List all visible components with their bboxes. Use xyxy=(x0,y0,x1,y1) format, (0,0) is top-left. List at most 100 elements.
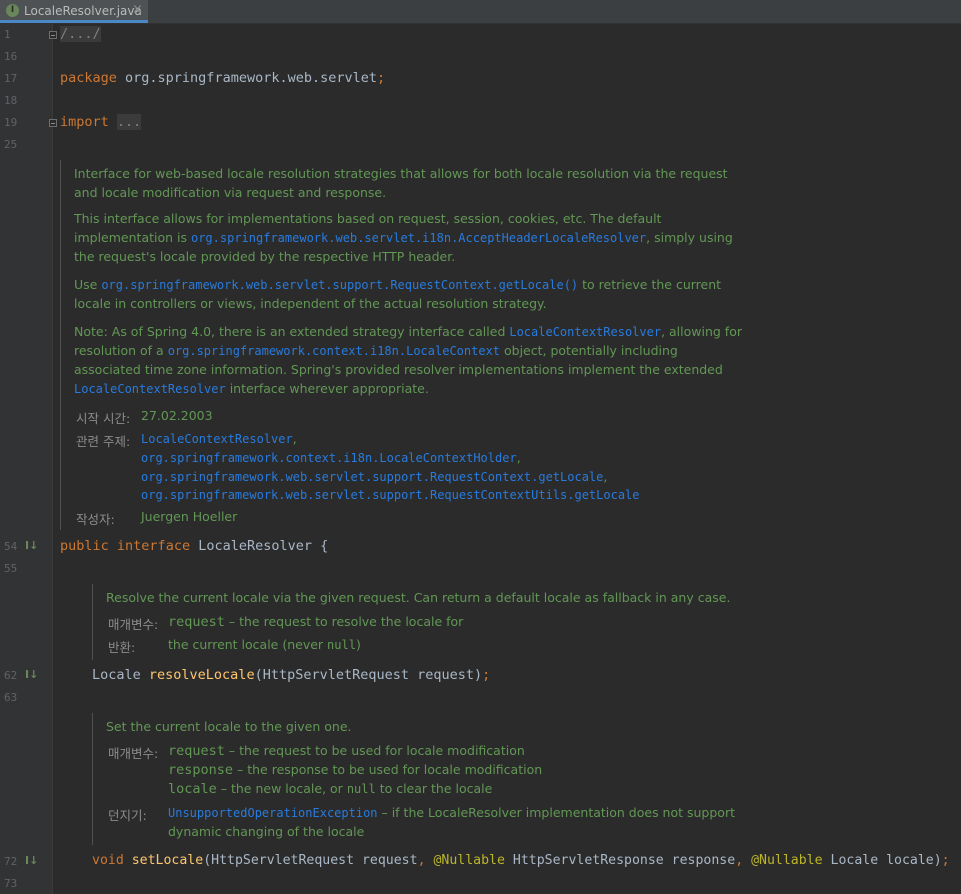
annotation: @Nullable xyxy=(433,853,505,868)
doc-link[interactable]: LocaleContextResolver xyxy=(509,325,661,339)
comma: , xyxy=(735,853,744,868)
doc-param: locale – the new locale, or null to clea… xyxy=(168,781,492,797)
doc-text: Resolve the current locale via the given… xyxy=(106,590,731,605)
doc-see-item: org.springframework.context.i18n.LocaleC… xyxy=(141,450,521,465)
gutter-divider xyxy=(52,23,53,894)
doc-text: implementation is org.springframework.we… xyxy=(74,230,733,245)
line-number: 1 xyxy=(4,28,11,41)
doc-link[interactable]: org.springframework.web.servlet.support.… xyxy=(101,278,578,292)
close-icon[interactable]: × xyxy=(132,2,143,17)
implemented-icon[interactable]: I↓ xyxy=(25,854,38,867)
folded-header-comment[interactable]: /.../ xyxy=(60,26,101,42)
code-line-1[interactable]: /.../ xyxy=(60,26,101,42)
doc-text: locale in controllers or views, independ… xyxy=(74,296,547,311)
comma: , xyxy=(417,853,426,868)
fold-toggle-icon[interactable] xyxy=(49,119,57,127)
fold-toggle-icon[interactable] xyxy=(49,31,57,39)
line-gutter xyxy=(0,23,52,894)
method-args: Locale locale) xyxy=(822,853,942,868)
doc-link[interactable]: UnsupportedOperationException xyxy=(168,806,378,820)
method-args: (HttpServletRequest request) xyxy=(254,667,483,683)
line-number: 25 xyxy=(4,138,18,151)
doc-fragment: – the request to be used for locale modi… xyxy=(224,743,525,758)
doc-fragment: , xyxy=(292,431,297,446)
doc-tag-param-label: 매개변수: xyxy=(108,617,159,632)
doc-fragment: object, potentially including xyxy=(500,343,678,358)
doc-param: request – the request to resolve the loc… xyxy=(168,614,463,630)
doc-fragment: – the response to be used for locale mod… xyxy=(233,762,543,777)
line-number: 18 xyxy=(4,94,18,107)
line-number: 55 xyxy=(4,562,18,575)
doc-tag-see-label: 관련 주제: xyxy=(76,434,131,449)
code-line-17[interactable]: package org.springframework.web.servlet; xyxy=(60,70,385,86)
param-name: response xyxy=(168,762,234,778)
code-line-19[interactable]: import ... xyxy=(60,114,142,130)
doc-code: null xyxy=(327,638,356,652)
method-args: HttpServletResponse response xyxy=(504,853,736,868)
interface-icon: I xyxy=(6,4,19,17)
line-number: 54 xyxy=(4,540,18,553)
doc-return: the current locale (never null) xyxy=(168,637,361,652)
folded-imports[interactable]: ... xyxy=(116,114,142,130)
doc-link[interactable]: org.springframework.context.i18n.LocaleC… xyxy=(168,344,500,358)
tab-locale-resolver[interactable]: I LocaleResolver.java × xyxy=(0,0,148,23)
implemented-icon[interactable]: I↓ xyxy=(25,539,38,552)
line-number: 63 xyxy=(4,691,18,704)
doc-link[interactable]: LocaleContextResolver xyxy=(74,382,226,396)
semicolon: ; xyxy=(377,70,386,86)
doc-text: LocaleContextResolver interface wherever… xyxy=(74,381,429,396)
doc-link[interactable]: org.springframework.web.servlet.support.… xyxy=(141,470,603,484)
doc-fragment: – the request to resolve the locale for xyxy=(224,614,464,629)
code-line-72[interactable]: void setLocale(HttpServletRequest reques… xyxy=(92,853,950,868)
doc-text: and locale modification via request and … xyxy=(74,185,387,200)
doc-text: dynamic changing of the locale xyxy=(168,824,365,839)
code-line-62[interactable]: Locale resolveLocale(HttpServletRequest … xyxy=(92,667,490,683)
package-name: org.springframework.web.servlet xyxy=(116,70,377,86)
doc-link[interactable]: org.springframework.web.servlet.support.… xyxy=(141,488,640,502)
annotation: @Nullable xyxy=(751,853,823,868)
keyword: import xyxy=(60,114,109,130)
doc-fragment: , xyxy=(603,469,608,484)
doc-fragment: implementation is xyxy=(74,230,191,245)
doc-tag-since-label: 시작 시간: xyxy=(76,411,131,426)
doc-text: Set the current locale to the given one. xyxy=(106,719,352,734)
doc-fragment: – if the LocaleResolver implementation d… xyxy=(377,805,735,820)
doc-fragment: , allowing for xyxy=(661,324,742,339)
doc-text: Note: As of Spring 4.0, there is an exte… xyxy=(74,324,742,339)
doc-param: request – the request to be used for loc… xyxy=(168,743,525,759)
semicolon: ; xyxy=(941,853,950,868)
line-number: 73 xyxy=(4,877,18,890)
doc-tag-author-label: 작성자: xyxy=(76,512,115,527)
doc-text: Use org.springframework.web.servlet.supp… xyxy=(74,277,721,292)
doc-text: This interface allows for implementation… xyxy=(74,211,662,226)
doc-link[interactable]: org.springframework.web.servlet.i18n.Acc… xyxy=(191,231,646,245)
doc-link[interactable]: org.springframework.context.i18n.LocaleC… xyxy=(141,451,517,465)
doc-tag-since-value: 27.02.2003 xyxy=(141,408,213,423)
doc-fragment: Use xyxy=(74,277,102,292)
doc-param: response – the response to be used for l… xyxy=(168,762,542,778)
doc-fragment: to clear the locale xyxy=(375,781,493,796)
doc-text: associated time zone information. Spring… xyxy=(74,362,723,377)
doc-throws: UnsupportedOperationException – if the L… xyxy=(168,805,735,820)
line-number: 62 xyxy=(4,669,18,682)
keyword: void xyxy=(92,853,124,868)
method-name: resolveLocale xyxy=(148,667,255,683)
doc-code: null xyxy=(346,782,376,796)
code-line-54[interactable]: public interface LocaleResolver { xyxy=(60,538,328,554)
doc-fragment: Note: As of Spring 4.0, there is an exte… xyxy=(74,324,510,339)
implemented-icon[interactable]: I↓ xyxy=(25,668,38,681)
line-number: 16 xyxy=(4,50,18,63)
doc-fragment: interface wherever appropriate. xyxy=(225,381,429,396)
line-number: 72 xyxy=(4,855,18,868)
semicolon: ; xyxy=(482,667,491,683)
doc-link[interactable]: LocaleContextResolver xyxy=(141,432,293,446)
doc-fragment: – the new locale, or xyxy=(216,781,347,796)
param-name: request xyxy=(168,743,225,759)
keyword: public xyxy=(60,538,109,554)
param-name: request xyxy=(168,614,225,630)
doc-fragment: the current locale (never xyxy=(168,637,328,652)
editor-tab-bar: I LocaleResolver.java × xyxy=(0,0,961,24)
line-number: 17 xyxy=(4,72,18,85)
keyword: interface xyxy=(116,538,191,554)
param-name: locale xyxy=(168,781,217,797)
